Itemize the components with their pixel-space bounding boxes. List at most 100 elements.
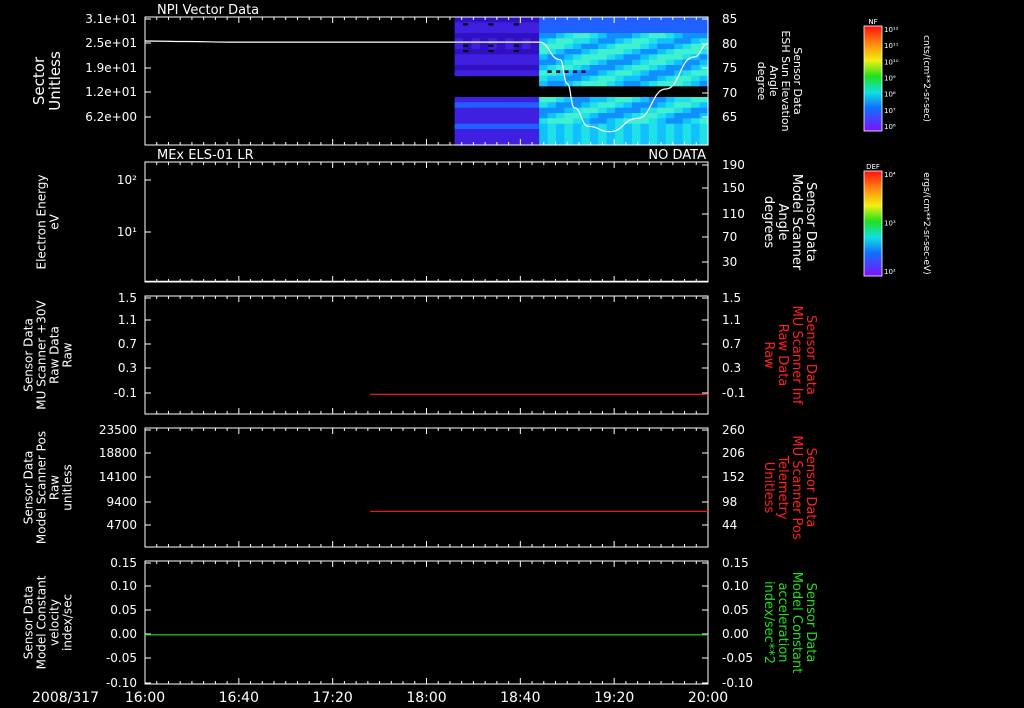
heatmap-cell <box>623 22 633 29</box>
heatmap-cell <box>657 70 667 77</box>
heatmap-cell <box>488 123 498 130</box>
heatmap-cell <box>691 118 701 125</box>
heatmap-cell <box>615 75 625 82</box>
heatmap-cell <box>632 81 641 87</box>
colorbar-def-units: ergs/(cm**2-sr-sec-eV) <box>921 172 931 274</box>
heatmap-cell <box>522 54 532 61</box>
heatmap-cell <box>530 113 540 119</box>
y-tick-label: 23500 <box>99 423 137 437</box>
heatmap-cell <box>674 43 684 50</box>
heatmap-cell <box>505 65 515 71</box>
heatmap-cell <box>598 22 608 29</box>
heatmap-cell <box>606 38 616 45</box>
heatmap-cell <box>581 27 591 34</box>
y2-axis-label: Sensor DataMU Scanner InfRaw DataRaw <box>761 306 818 405</box>
heatmap-cell <box>632 17 641 23</box>
heatmap-cell <box>623 113 633 119</box>
heatmap-cell <box>699 81 709 87</box>
heatmap-cell <box>632 65 641 71</box>
heatmap-cell <box>623 27 633 34</box>
heatmap-cell <box>640 65 650 71</box>
heatmap-cell <box>522 33 532 39</box>
heatmap-cell <box>615 70 625 77</box>
y-axis-label-line: Raw <box>61 342 75 367</box>
heatmap-cell <box>488 33 498 39</box>
colorbar-def-units-text: ergs/(cm**2-sr-sec-eV) <box>921 172 931 274</box>
y-axis-label: Sensor Data Model Constant velocity index/s… <box>22 575 75 669</box>
heatmap-cell <box>691 113 701 119</box>
heatmap-cell <box>471 65 481 71</box>
heatmap-cell <box>665 27 675 34</box>
heatmap-cell <box>615 65 625 71</box>
heatmap-cell <box>556 97 565 103</box>
heatmap-cell <box>657 17 667 23</box>
panel-frame <box>144 560 709 685</box>
heatmap-cell <box>640 102 650 109</box>
heatmap-cell <box>691 75 701 82</box>
heatmap-cell <box>513 107 523 114</box>
heatmap-cell <box>640 129 650 135</box>
y-axis-label: Electron Energy eV <box>35 174 62 269</box>
heatmap-cell <box>648 65 658 71</box>
heatmap-cell <box>615 27 625 34</box>
heatmap-cell <box>505 54 515 61</box>
heatmap-cell <box>589 97 599 103</box>
heatmap-cell <box>581 59 591 66</box>
heatmap-cell <box>539 49 549 55</box>
heatmap-cell <box>488 70 498 77</box>
heatmap-cell <box>564 33 574 39</box>
heatmap-cell <box>665 43 675 50</box>
heatmap-cell <box>598 102 608 109</box>
heatmap-cell <box>648 38 658 45</box>
heatmap-cell <box>454 123 464 130</box>
y2-tick-label: 98 <box>722 495 737 509</box>
heatmap-cell <box>564 54 574 61</box>
y-axis-label-line: Model Constant <box>35 575 49 669</box>
heatmap-cell <box>471 134 481 141</box>
heatmap-cell <box>572 38 582 45</box>
heatmap-cell <box>471 97 481 103</box>
heatmap-cell <box>539 59 549 66</box>
heatmap-cell <box>648 81 658 87</box>
heatmap-cell <box>632 38 641 45</box>
y-axis-label-line: Sensor Data <box>22 318 36 392</box>
heatmap-cell <box>674 134 684 141</box>
heatmap-cell <box>598 118 608 125</box>
heatmap-cell <box>522 22 532 29</box>
heatmap-cell <box>530 59 540 66</box>
heatmap-cell <box>682 107 692 114</box>
heatmap-cell <box>539 102 549 109</box>
heatmap-cell <box>556 43 565 50</box>
heatmap-cell <box>564 113 574 119</box>
heatmap-cell <box>665 59 675 66</box>
heatmap-cell <box>615 33 625 39</box>
heatmap-cell <box>454 70 464 77</box>
y2-tick-label: 1.5 <box>722 291 741 305</box>
y-tick-label: 9400 <box>106 495 137 509</box>
y-tick-label: 1.5 <box>118 291 137 305</box>
y2-axis-label-line: MU Scanner Pos <box>789 435 804 540</box>
heatmap-gap <box>463 23 469 26</box>
panel-title: NPI Vector Data <box>157 3 259 18</box>
y-tick-label: 1.2e+01 <box>85 85 137 99</box>
heatmap-cell <box>665 102 675 109</box>
heatmap-cell <box>665 134 675 141</box>
heatmap-cell <box>556 134 565 141</box>
heatmap-cell <box>463 70 473 77</box>
heatmap-cell <box>648 75 658 82</box>
heatmap-cell <box>598 81 608 87</box>
heatmap-cell <box>572 134 582 141</box>
heatmap-cell <box>657 54 667 61</box>
heatmap-cell <box>564 118 574 125</box>
heatmap-cell <box>530 107 540 114</box>
heatmap-cell <box>589 33 599 39</box>
heatmap-cell <box>471 22 481 29</box>
heatmap-cell <box>480 118 489 125</box>
y2-tick-label: 70 <box>722 86 737 100</box>
heatmap-cell <box>640 54 650 61</box>
heatmap-cell <box>640 123 650 130</box>
heatmap-cell <box>632 107 641 114</box>
heatmap-cell <box>496 59 506 66</box>
heatmap-cell <box>539 75 549 82</box>
heatmap-cell <box>530 65 540 71</box>
